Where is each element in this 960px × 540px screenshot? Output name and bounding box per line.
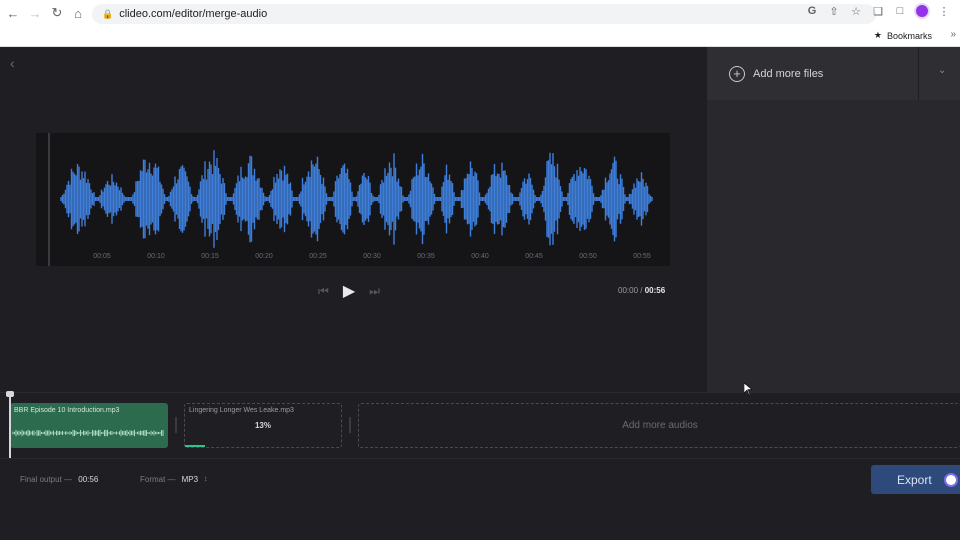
- lock-icon: 🔒: [102, 8, 114, 19]
- time-tick-label: 00:40: [471, 253, 489, 260]
- track-name: Lingering Longer Wes Leake.mp3: [189, 407, 294, 414]
- star-filled-icon: ★: [873, 30, 882, 40]
- add-files-label: Add more files: [753, 67, 824, 80]
- time-tick-label: 00:05: [93, 253, 111, 260]
- back-arrow-icon[interactable]: ←: [2, 2, 24, 24]
- start-marker: [48, 133, 50, 266]
- bookmarks-label: Bookmarks: [886, 30, 932, 41]
- add-more-files-button[interactable]: + Add more files ⌄: [707, 47, 960, 100]
- track-waveform: [12, 429, 164, 437]
- time-tick-label: 00:30: [363, 253, 381, 260]
- playback-controls: ⏮ ▶ ⏭: [318, 281, 380, 301]
- add-more-audios-button[interactable]: Add more audios: [358, 403, 960, 448]
- time-display: 00:00 / 00:56: [618, 286, 665, 295]
- reload-icon[interactable]: ↻: [46, 2, 68, 24]
- playhead[interactable]: [9, 393, 11, 459]
- format-selector[interactable]: Format — MP3 ↕: [140, 475, 208, 484]
- current-time: 00:00: [618, 286, 639, 295]
- bookmarks-folder[interactable]: ★ Bookmarks: [874, 30, 932, 41]
- format-label: Format —: [140, 475, 176, 484]
- upload-progress-label: 13%: [254, 421, 271, 430]
- chevron-updown-icon: ↕: [204, 476, 208, 483]
- toolbar-actions: G ⇧ ☆ ❏ □ ⋮: [804, 3, 952, 19]
- waveform-panel[interactable]: 00:05 00:10 00:15 00:20 00:25 00:30 00:35 00:40…: [36, 133, 670, 266]
- time-tick-label: 00:55: [633, 253, 651, 260]
- time-tick-label: 00:45: [525, 253, 543, 260]
- final-output: Final output — 00:56: [20, 475, 98, 484]
- chevron-left-icon[interactable]: ‹: [10, 55, 15, 71]
- share-icon[interactable]: ⇧: [826, 3, 842, 19]
- browser-toolbar: ← → ↻ ⌂ 🔒 clideo.com/editor/merge-audio …: [0, 0, 960, 27]
- export-label: Export: [897, 472, 932, 487]
- forward-arrow-icon[interactable]: →: [24, 2, 46, 24]
- skip-forward-icon[interactable]: ⏭: [369, 284, 380, 299]
- upload-progress-bar: [185, 445, 206, 447]
- audio-track-2[interactable]: Lingering Longer Wes Leake.mp3 13%: [184, 403, 342, 448]
- waveform-graphic: 00:05 00:10 00:15 00:20 00:25 00:30 00:35 00:40…: [48, 133, 653, 266]
- chevron-down-icon[interactable]: ⌄: [938, 65, 946, 76]
- extensions-icon[interactable]: ❏: [870, 3, 886, 19]
- time-tick-label: 00:25: [309, 253, 327, 260]
- time-tick-label: 00:50: [579, 253, 597, 260]
- mouse-cursor-icon: [744, 383, 752, 395]
- audio-track-1[interactable]: BBR Episode 10 Introduction.mp3: [10, 403, 168, 448]
- editor-area: ‹ 00:05 00:10 00:15 00:20 00:25 00:30 00:35 00:…: [0, 47, 707, 392]
- timeline: BBR Episode 10 Introduction.mp3 Lingerin…: [0, 391, 960, 459]
- time-tick-label: 00:20: [255, 253, 273, 260]
- track-name: BBR Episode 10 Introduction.mp3: [14, 407, 120, 414]
- time-tick-label: 00:35: [417, 253, 435, 260]
- google-icon[interactable]: G: [804, 3, 820, 19]
- bookmarks-bar: ★ Bookmarks »: [0, 27, 960, 47]
- footer-bar: Final output — 00:56 Format — MP3 ↕ Expo…: [0, 458, 960, 540]
- time-tick-label: 00:15: [201, 253, 219, 260]
- skip-back-icon[interactable]: ⏮: [318, 284, 329, 299]
- star-icon[interactable]: ☆: [848, 3, 864, 19]
- plus-circle-icon: +: [729, 65, 745, 82]
- menu-icon[interactable]: ⋮: [936, 3, 952, 19]
- address-bar[interactable]: 🔒 clideo.com/editor/merge-audio: [92, 4, 876, 24]
- divider: [918, 47, 919, 100]
- time-tick-label: 00:10: [147, 253, 165, 260]
- url-text: clideo.com/editor/merge-audio: [119, 8, 268, 20]
- track-divider[interactable]: [175, 417, 177, 433]
- side-panel-icon[interactable]: □: [892, 3, 908, 19]
- side-panel: + Add more files ⌄: [707, 47, 960, 392]
- chat-icon[interactable]: [944, 473, 958, 487]
- play-icon[interactable]: ▶: [343, 281, 355, 301]
- profile-avatar[interactable]: [914, 3, 930, 19]
- time-separator: /: [640, 286, 643, 295]
- format-value: MP3: [181, 475, 199, 484]
- final-output-label: Final output —: [20, 475, 73, 484]
- chevron-double-right-icon[interactable]: »: [950, 29, 956, 40]
- add-audios-label: Add more audios: [622, 420, 698, 431]
- final-output-value: 00:56: [78, 475, 99, 484]
- home-icon[interactable]: ⌂: [67, 2, 89, 24]
- total-time: 00:56: [644, 286, 666, 295]
- track-divider[interactable]: [349, 417, 351, 433]
- playhead-handle[interactable]: [6, 391, 14, 397]
